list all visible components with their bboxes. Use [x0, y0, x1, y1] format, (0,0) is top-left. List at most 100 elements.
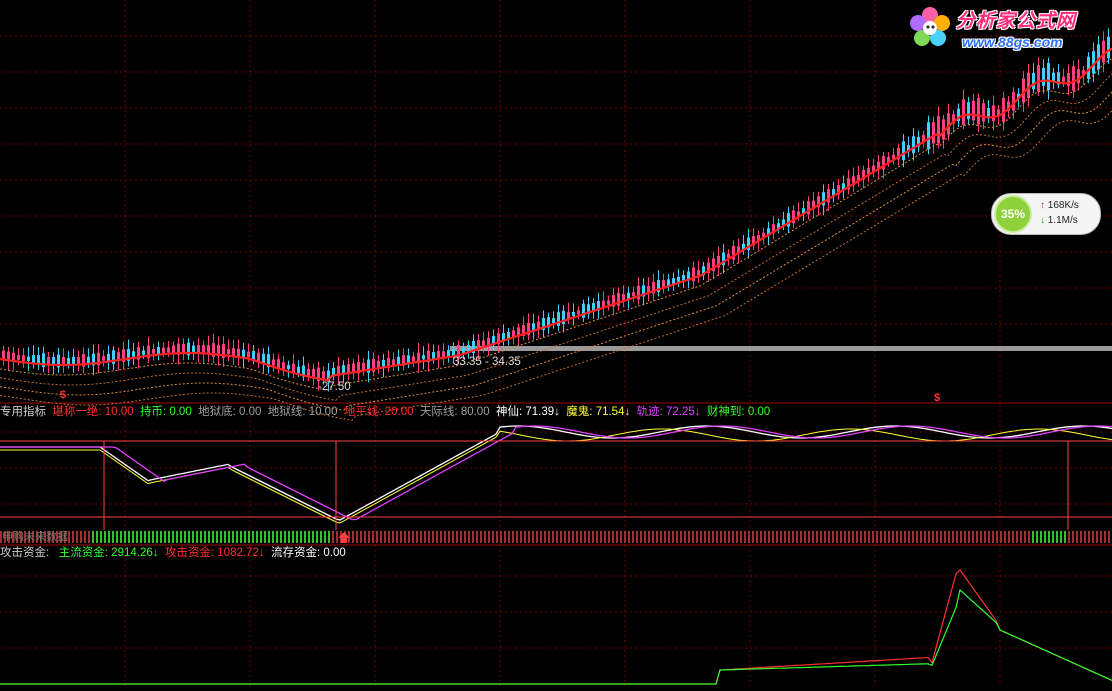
legend-name: 地平线 — [343, 406, 379, 418]
signal-bar — [128, 531, 130, 543]
legend-name: 堪称一绝 — [52, 406, 99, 418]
chart-canvas[interactable]: 分析家公式网 www.88gs.com 35% ↑ 168K/s ↓ 1.1M/… — [0, 0, 1112, 686]
signal-bar — [504, 531, 506, 543]
legend-name: 魔鬼 — [566, 406, 590, 418]
signal-bar — [968, 531, 970, 543]
signal-bar — [360, 531, 362, 543]
capital-line-attack — [0, 569, 1112, 685]
candle-body — [1037, 65, 1040, 92]
signal-bar — [772, 531, 774, 543]
signal-bar — [756, 531, 758, 543]
signal-bar — [712, 531, 714, 543]
signal-bar — [628, 531, 630, 543]
candle-body — [192, 345, 195, 353]
signal-bar — [624, 531, 626, 543]
signal-bar — [792, 531, 794, 543]
signal-bar — [280, 531, 282, 543]
high-annotation: 33.35 - 34.35 — [453, 356, 521, 368]
signal-bar — [72, 531, 74, 543]
signal-bar — [984, 531, 986, 543]
signal-bar — [980, 531, 982, 543]
net-percent: 35% — [994, 195, 1032, 233]
signal-bar — [708, 531, 710, 543]
signal-bar — [1064, 531, 1066, 543]
signal-bar — [972, 531, 974, 543]
signal-bar — [664, 531, 666, 543]
signal-bar — [824, 531, 826, 543]
net-speed-widget[interactable]: 35% ↑ 168K/s ↓ 1.1M/s — [991, 193, 1101, 235]
indicator-legend: 专用指标 堪称一绝: 10.00 持币: 0.00 地狱底: 0.00 地狱线:… — [0, 406, 771, 418]
signal-bar — [508, 531, 510, 543]
legend-value: 1082.72 — [217, 547, 259, 559]
strip-label: 申购未来数据 — [2, 531, 68, 543]
signal-bar — [1044, 531, 1046, 543]
signal-bar — [704, 531, 706, 543]
signal-bar — [356, 531, 358, 543]
signal-bar — [492, 531, 494, 543]
signal-bar — [444, 531, 446, 543]
signal-bar — [436, 531, 438, 543]
signal-bar — [1000, 531, 1002, 543]
signal-bar — [816, 531, 818, 543]
signal-bar — [140, 531, 142, 543]
signal-bar — [440, 531, 442, 543]
signal-bar — [296, 531, 298, 543]
candle-body — [232, 348, 235, 357]
candle-body — [132, 351, 135, 357]
signal-bar — [988, 531, 990, 543]
signal-bar — [996, 531, 998, 543]
signal-bar — [1008, 531, 1010, 543]
signal-bar — [320, 531, 322, 543]
signal-bar — [1108, 531, 1110, 543]
legend-name: 持币 — [139, 406, 163, 418]
signal-bar — [548, 531, 550, 543]
signal-bar — [976, 531, 978, 543]
signal-bar — [924, 531, 926, 543]
legend-value: 72.25 — [666, 406, 695, 418]
signal-bar — [192, 531, 194, 543]
signal-bar — [572, 531, 574, 543]
candle-body — [87, 356, 90, 364]
legend-value: 0.00 — [239, 406, 262, 418]
signal-bar — [112, 531, 114, 543]
signal-bar — [408, 531, 410, 543]
candle-body — [202, 345, 205, 354]
signal-bar — [224, 531, 226, 543]
signal-bar — [1096, 531, 1098, 543]
signal-bar — [536, 531, 538, 543]
candle-body — [982, 103, 985, 122]
signal-bar — [576, 531, 578, 543]
signal-bar — [124, 531, 126, 543]
signal-bar — [240, 531, 242, 543]
signal-bar — [832, 531, 834, 543]
signal-bar — [584, 531, 586, 543]
candle-body — [992, 105, 995, 122]
candle-body — [912, 136, 915, 154]
signal-bar — [748, 531, 750, 543]
signal-bar — [420, 531, 422, 543]
signal-bar — [556, 531, 558, 543]
candle-body — [577, 310, 580, 315]
signal-bar — [652, 531, 654, 543]
candle-body — [572, 311, 575, 317]
signal-bar — [456, 531, 458, 543]
signal-bar — [740, 531, 742, 543]
signal-bar — [384, 531, 386, 543]
legend-name: 轨迹 — [636, 406, 660, 418]
signal-bar — [720, 531, 722, 543]
signal-bar — [960, 531, 962, 543]
signal-bar — [484, 531, 486, 543]
signal-bar — [860, 531, 862, 543]
signal-bar — [612, 531, 614, 543]
signal-bar — [428, 531, 430, 543]
signal-bar — [812, 531, 814, 543]
legend-value: 71.54 — [595, 406, 625, 418]
signal-bar — [424, 531, 426, 543]
signal-bar — [568, 531, 570, 543]
signal-bar — [608, 531, 610, 543]
capital-legend: 攻击资金: 主流资金: 2914.26↓ 攻击资金: 1082.72↓ 流存资金… — [0, 547, 346, 559]
candle-body — [77, 357, 80, 365]
chart-svg[interactable] — [0, 0, 1112, 686]
arrow-down-icon: ↓ — [624, 406, 631, 418]
legend-value: 2914.26 — [111, 547, 153, 559]
